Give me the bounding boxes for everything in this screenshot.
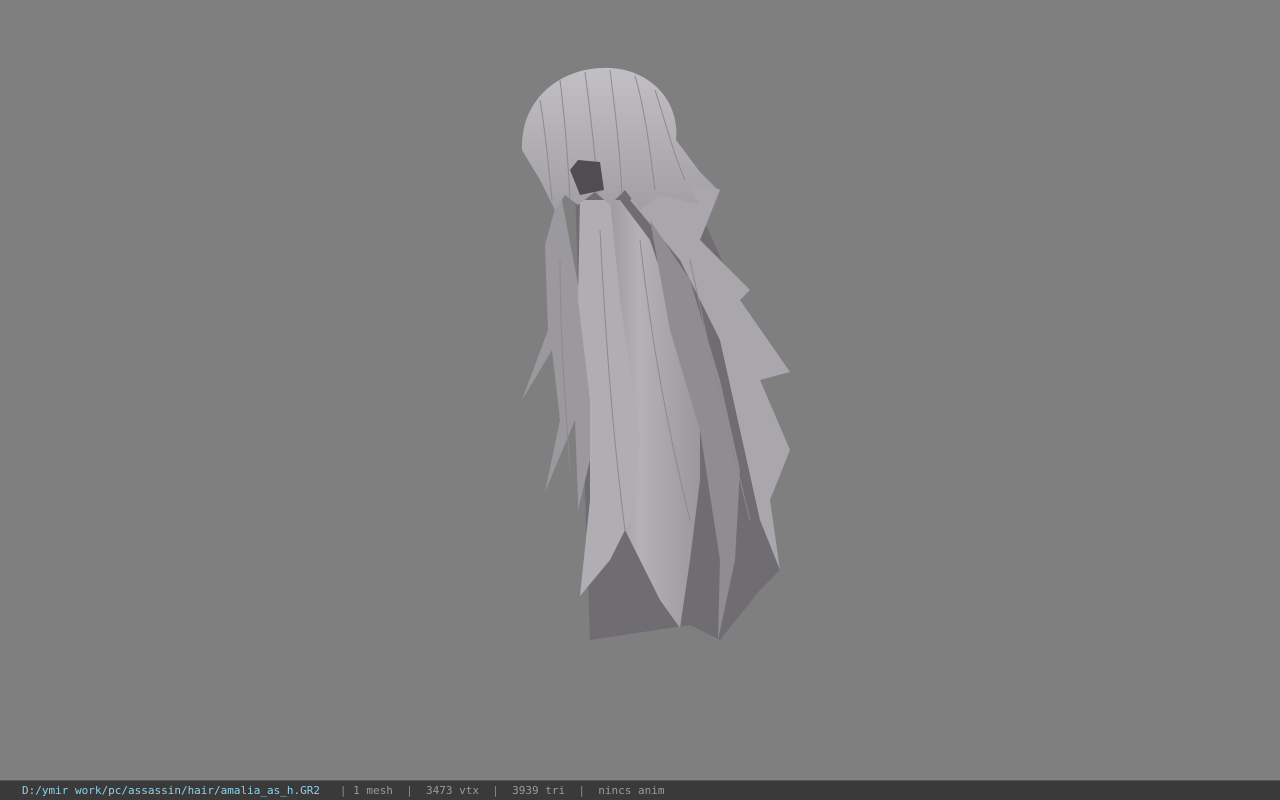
separator: | bbox=[406, 784, 413, 797]
separator: | bbox=[339, 784, 347, 797]
triangle-count-label: 3939 tri bbox=[512, 784, 566, 797]
status-bar: D:/ymir work/pc/assassin/hair/amalia_as_… bbox=[0, 780, 1280, 800]
file-path-label: D:/ymir work/pc/assassin/hair/amalia_as_… bbox=[22, 784, 321, 797]
vertex-count-label: 3473 vtx bbox=[426, 784, 479, 797]
separator: | bbox=[492, 784, 499, 797]
animation-label: nincs anim bbox=[598, 784, 665, 797]
hair-mesh-icon[interactable] bbox=[0, 0, 1280, 780]
3d-viewport[interactable] bbox=[0, 0, 1280, 780]
mesh-count-label: 1 mesh bbox=[353, 784, 393, 797]
separator: | bbox=[578, 784, 585, 797]
